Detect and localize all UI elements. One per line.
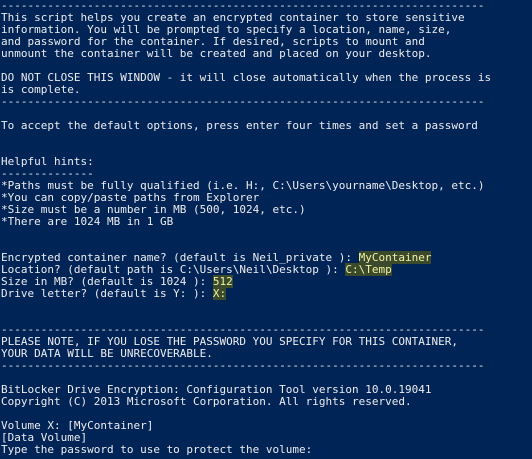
console-line-text: Copyright (C) 2013 Microsoft Corporation… [1, 395, 412, 408]
powershell-console[interactable]: ----------------------------------------… [0, 0, 532, 459]
console-line: unmount the container will be created an… [1, 48, 532, 60]
console-line-text: unmount the container will be created an… [1, 47, 432, 60]
console-user-input: X: [212, 287, 227, 300]
console-line: To accept the default options, press ent… [1, 120, 532, 132]
console-line-text: ----------------------------------------… [1, 95, 485, 108]
console-line-text: ----------------------------------------… [1, 359, 485, 372]
console-user-input: C:\Temp [345, 263, 392, 276]
console-line-text: Drive letter? (default is Y: ): [1, 287, 213, 300]
console-line: Type the password to use to protect the … [1, 444, 532, 456]
console-line-text: *There are 1024 MB in 1 GB [1, 215, 174, 228]
console-line: ----------------------------------------… [1, 96, 532, 108]
console-line: Copyright (C) 2013 Microsoft Corporation… [1, 396, 532, 408]
console-line-text: To accept the default options, press ent… [1, 119, 478, 132]
console-line: *There are 1024 MB in 1 GB [1, 216, 532, 228]
console-line: Drive letter? (default is Y: ): X: [1, 287, 532, 300]
console-line: DO NOT CLOSE THIS WINDOW - it will close… [1, 72, 532, 84]
console-line: ----------------------------------------… [1, 360, 532, 372]
console-line-text: Type the password to use to protect the … [1, 443, 313, 456]
